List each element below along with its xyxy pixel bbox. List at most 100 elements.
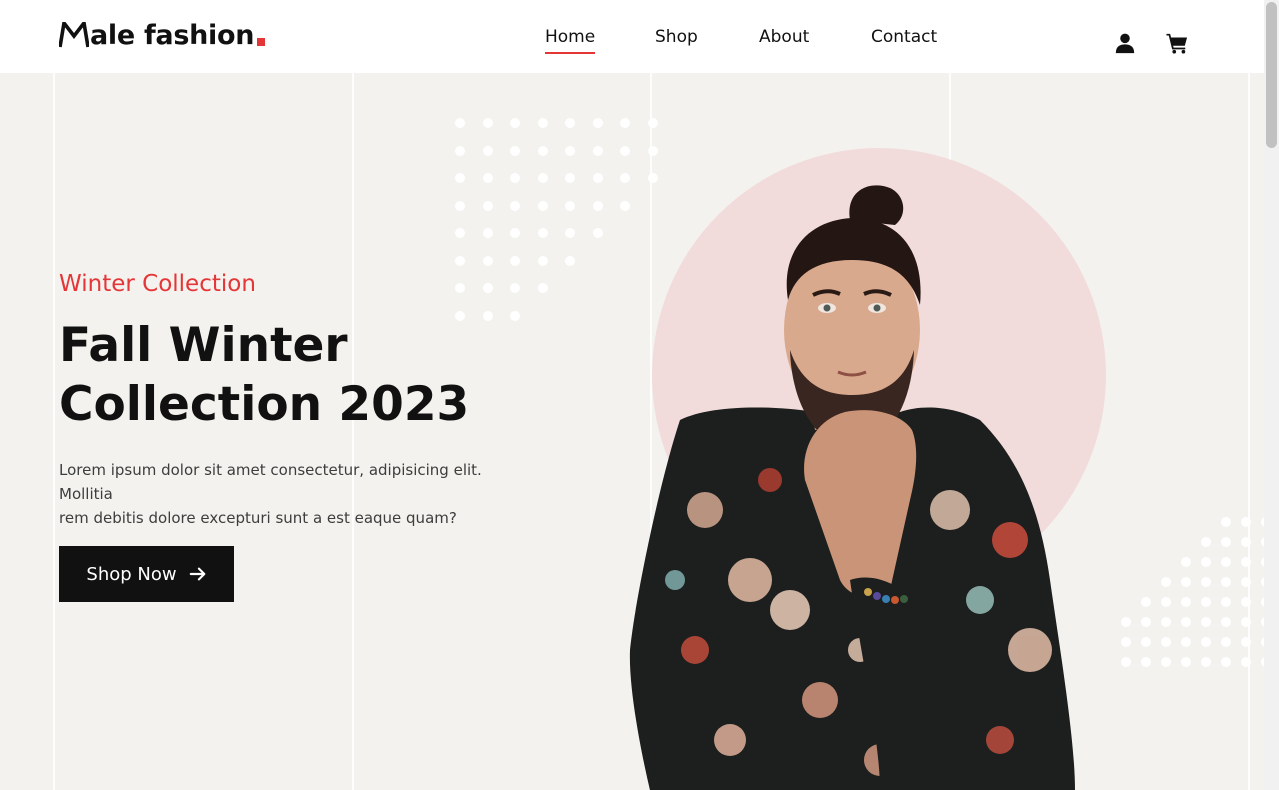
decorative-dot (647, 118, 658, 128)
decorative-dot (1201, 597, 1211, 607)
decorative-dot (565, 173, 575, 183)
logo-dot (257, 38, 266, 46)
decorative-dot (1121, 617, 1131, 627)
hero-description-line: rem debitis dolore excepturi sunt a est … (59, 509, 457, 527)
decorative-dot (592, 228, 603, 238)
decorative-dot (1221, 557, 1231, 567)
decorative-dot (1121, 637, 1131, 647)
decorative-dot (1201, 617, 1211, 627)
decorative-dot (1221, 517, 1231, 527)
decorative-dot (1201, 577, 1211, 587)
decorative-dot (510, 200, 520, 211)
decorative-dot (455, 228, 465, 238)
decorative-dot (455, 200, 465, 211)
decorative-dot (1161, 597, 1171, 607)
decorative-dot (510, 228, 520, 238)
decorative-dot (565, 200, 575, 211)
decorative-dot (510, 173, 520, 183)
decorative-dot (565, 228, 575, 238)
arrow-right-icon (189, 567, 205, 581)
decorative-dot (1241, 557, 1251, 567)
hero-model-image (629, 185, 1075, 790)
decorative-dot (1221, 577, 1231, 587)
nav-home[interactable]: Home (545, 27, 596, 54)
decorative-dot (592, 173, 603, 183)
nav-contact[interactable]: Contact (871, 27, 937, 47)
decorative-dot (1181, 557, 1191, 567)
decorative-dot (482, 118, 493, 128)
decorative-dot (1161, 617, 1171, 627)
logo-text: ale fashion (90, 20, 255, 51)
decorative-dot (592, 118, 603, 128)
decorative-dot (510, 145, 520, 156)
decorative-dot (1181, 637, 1191, 647)
logo-m-glyph (59, 22, 89, 48)
decorative-dot (455, 283, 465, 293)
decorative-dot (620, 118, 630, 128)
decorative-dot (565, 255, 575, 266)
decorative-dot (1181, 577, 1191, 587)
decorative-dot (1181, 597, 1191, 607)
hero-title-line: Collection 2023 (59, 377, 470, 432)
decorative-dot (565, 145, 575, 156)
shop-now-button[interactable]: Shop Now (59, 546, 234, 602)
site-header: ale fashion Home Shop About Contact (0, 0, 1264, 73)
decorative-dot (565, 118, 575, 128)
decorative-dot (1141, 597, 1151, 607)
decorative-dot (482, 283, 493, 293)
decorative-dot (510, 283, 520, 293)
decorative-dot (455, 118, 465, 128)
decorative-dot (1221, 617, 1231, 627)
decorative-dot (537, 228, 548, 238)
nav-about[interactable]: About (759, 27, 809, 47)
decorative-dot (1161, 637, 1171, 647)
decorative-dot (510, 255, 520, 266)
hero-description: Lorem ipsum dolor sit amet consectetur, … (59, 458, 529, 530)
shop-now-label: Shop Now (86, 563, 177, 585)
decorative-dot (537, 145, 548, 156)
decorative-dot (1141, 637, 1151, 647)
decorative-dot (1241, 537, 1251, 547)
decorative-dot (1161, 657, 1171, 667)
decorative-dot (455, 173, 465, 183)
decorative-dot (1241, 637, 1251, 647)
decorative-dot (482, 145, 493, 156)
decorative-dot (1141, 657, 1151, 667)
nav-shop[interactable]: Shop (655, 27, 698, 47)
page-scrollbar[interactable] (1264, 0, 1279, 790)
hero-subtitle: Winter Collection (59, 271, 256, 297)
grid-line (53, 73, 55, 790)
decorative-dot (537, 118, 548, 128)
decorative-dot (647, 145, 658, 156)
decorative-dot (1121, 657, 1131, 667)
decorative-dot (482, 255, 493, 266)
decorative-dot (592, 200, 603, 211)
decorative-dot (1241, 597, 1251, 607)
decorative-dot (592, 145, 603, 156)
decorative-dot (1221, 637, 1231, 647)
decorative-dot (1221, 537, 1231, 547)
decorative-dot (620, 145, 630, 156)
grid-line (1248, 73, 1250, 790)
decorative-dot (1241, 617, 1251, 627)
decorative-dot (537, 255, 548, 266)
hero-title: Fall Winter Collection 2023 (59, 316, 559, 434)
decorative-dot (1141, 617, 1151, 627)
decorative-dot (1221, 657, 1231, 667)
cart-icon[interactable] (1166, 32, 1188, 54)
user-icon[interactable] (1114, 32, 1136, 54)
decorative-dot (1241, 577, 1251, 587)
hero-title-line: Fall Winter (59, 318, 348, 373)
decorative-dot (1221, 597, 1231, 607)
decorative-dot (455, 145, 465, 156)
decorative-dot (1241, 657, 1251, 667)
decorative-dot (1241, 517, 1251, 527)
decorative-dot (482, 200, 493, 211)
decorative-dot (537, 283, 548, 293)
decorative-dot (537, 200, 548, 211)
decorative-dot (1201, 537, 1211, 547)
decorative-dot (510, 118, 520, 128)
scrollbar-thumb[interactable] (1266, 2, 1277, 148)
site-logo[interactable]: ale fashion (59, 18, 266, 54)
decorative-dot (1181, 657, 1191, 667)
